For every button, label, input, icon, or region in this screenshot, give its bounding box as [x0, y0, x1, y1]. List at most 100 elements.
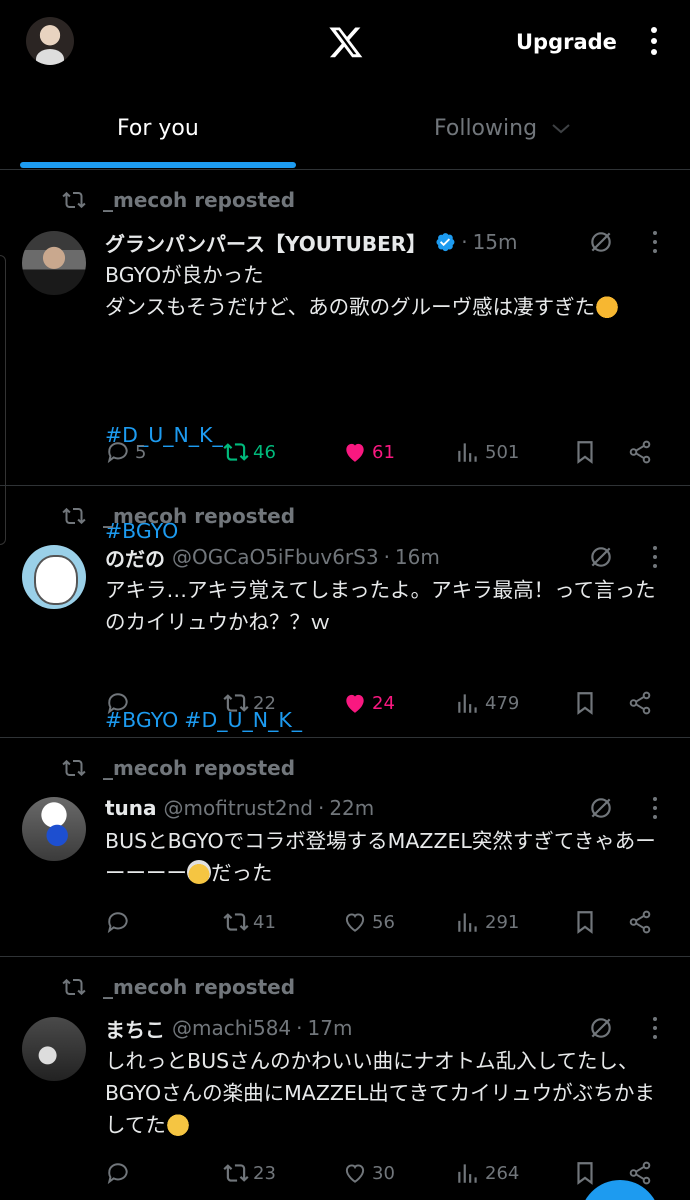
- user-handle[interactable]: @mofitrust2nd: [164, 796, 313, 820]
- grok-icon[interactable]: [588, 229, 614, 255]
- more-options-icon[interactable]: [652, 231, 658, 253]
- reply-icon: [107, 912, 128, 934]
- repost-label: _mecoh reposted: [103, 188, 296, 212]
- avatar[interactable]: [22, 545, 86, 609]
- like-button[interactable]: 30: [342, 1158, 395, 1188]
- tweet-header: グランパンパース【YOUTUBER】 · 15m: [105, 227, 670, 257]
- heart-icon: [345, 1164, 365, 1183]
- reply-count: 5: [135, 441, 147, 463]
- bookmark-button[interactable]: [572, 907, 598, 937]
- thumbs-up-emoji: [595, 294, 620, 318]
- tweet[interactable]: _mecoh reposted のだの @OGCaO5iFbuv6rS3 · 1…: [0, 487, 690, 738]
- grok-icon[interactable]: [588, 795, 614, 821]
- user-handle[interactable]: @OGCaO5iFbuv6rS3: [172, 545, 379, 569]
- views-button[interactable]: 479: [455, 688, 519, 718]
- repost-count: 23: [253, 1162, 276, 1184]
- profile-avatar[interactable]: [26, 17, 74, 65]
- more-options-icon[interactable]: [644, 24, 664, 60]
- bookmark-button[interactable]: [572, 437, 598, 467]
- views-count: 264: [485, 1162, 520, 1184]
- tab-for-you[interactable]: For you: [0, 84, 345, 170]
- analytics-icon: [458, 443, 477, 462]
- repost-icon: [62, 191, 86, 209]
- separator-dot: ·: [296, 1016, 303, 1040]
- avatar[interactable]: [22, 797, 86, 861]
- tweet[interactable]: _mecoh reposted tuna @mofitrust2nd · 22m…: [0, 739, 690, 957]
- views-button[interactable]: 501: [455, 437, 519, 467]
- like-count: 61: [372, 441, 395, 463]
- views-count: 501: [485, 441, 520, 463]
- more-options-icon[interactable]: [652, 546, 658, 568]
- tweet[interactable]: _mecoh reposted まちこ @machi584 · 17m しれっと…: [0, 958, 690, 1200]
- grok-icon[interactable]: [588, 544, 614, 570]
- share-icon: [629, 910, 651, 934]
- more-options-icon[interactable]: [652, 797, 658, 819]
- tweet-actions: 5 46 61 501: [105, 437, 675, 467]
- display-name[interactable]: のだの: [105, 543, 165, 572]
- views-count: 479: [485, 692, 520, 714]
- tab-label: Following: [434, 116, 538, 141]
- views-button[interactable]: 291: [455, 907, 519, 937]
- like-count: 56: [372, 911, 395, 933]
- heart-filled-icon: [346, 443, 364, 462]
- tab-following[interactable]: Following: [345, 84, 690, 170]
- timestamp[interactable]: 16m: [395, 545, 440, 569]
- timestamp[interactable]: 15m: [473, 230, 518, 254]
- avatar[interactable]: [22, 1017, 86, 1081]
- tweet[interactable]: _mecoh reposted グランパンパース【YOUTUBER】 · 15m…: [0, 171, 690, 543]
- tweet-text-content: BGYOが良かった ダンスもそうだけど、あの歌のグルーヴ感は凄すぎた: [105, 263, 596, 319]
- more-options-icon[interactable]: [652, 1017, 658, 1039]
- like-button[interactable]: 61: [342, 437, 395, 467]
- repost-icon: [62, 507, 86, 525]
- repost-count: 46: [253, 441, 276, 463]
- upgrade-button[interactable]: Upgrade: [516, 30, 617, 54]
- display-name[interactable]: グランパンパース【YOUTUBER】: [105, 228, 426, 257]
- timestamp[interactable]: 17m: [308, 1016, 353, 1040]
- chevron-down-icon[interactable]: [552, 124, 570, 134]
- share-button[interactable]: [627, 907, 653, 937]
- share-button[interactable]: [627, 437, 653, 467]
- shocked-face-emoji: [187, 860, 211, 884]
- tweet-actions: 22 24 479: [105, 688, 675, 718]
- active-tab-indicator: [20, 162, 296, 168]
- views-button[interactable]: 264: [455, 1158, 519, 1188]
- repost-button[interactable]: 22: [223, 688, 276, 718]
- repost-icon: [223, 694, 249, 712]
- reply-button[interactable]: [105, 907, 135, 937]
- tweet-text: しれっとBUSさんのかわいい曲にナオトム乱入してたし、BGYOさんの楽曲にMAZ…: [105, 1045, 670, 1141]
- like-button[interactable]: 24: [342, 688, 395, 718]
- repost-icon: [62, 759, 86, 777]
- avatar[interactable]: [22, 231, 86, 295]
- reply-button[interactable]: [105, 688, 135, 718]
- like-button[interactable]: 56: [342, 907, 395, 937]
- display-name[interactable]: まちこ: [105, 1014, 165, 1043]
- like-count: 24: [372, 692, 395, 714]
- timestamp[interactable]: 22m: [329, 796, 374, 820]
- repost-label: _mecoh reposted: [103, 504, 296, 528]
- bookmark-icon: [577, 441, 593, 464]
- repost-button[interactable]: 41: [223, 907, 276, 937]
- analytics-icon: [458, 1164, 477, 1183]
- bookmark-button[interactable]: [572, 1158, 598, 1188]
- repost-button[interactable]: 46: [223, 437, 276, 467]
- user-handle[interactable]: @machi584: [172, 1016, 291, 1040]
- tweet-text: アキラ…アキラ覚えてしまったよ。アキラ最高！って言ったのカイリュウかね？？ｗ: [105, 578, 656, 634]
- reply-icon: [107, 1163, 128, 1185]
- bookmark-button[interactable]: [572, 688, 598, 718]
- bookmark-icon: [577, 911, 593, 934]
- tweet-header: のだの @OGCaO5iFbuv6rS3 · 16m: [105, 542, 670, 572]
- separator-dot: ·: [383, 545, 390, 569]
- repost-icon: [223, 443, 249, 461]
- separator-dot: ·: [317, 796, 325, 820]
- repost-button[interactable]: 23: [223, 1158, 276, 1188]
- share-button[interactable]: [627, 688, 653, 718]
- grok-icon[interactable]: [588, 1015, 614, 1041]
- x-logo-icon[interactable]: [328, 24, 364, 60]
- tweet-header: まちこ @machi584 · 17m: [105, 1013, 670, 1043]
- display-name[interactable]: tuna: [105, 796, 157, 820]
- analytics-icon: [458, 694, 477, 713]
- tweet-body: まちこ @machi584 · 17m しれっとBUSさんのかわいい曲にナオトム…: [105, 1013, 670, 1141]
- reply-button[interactable]: 5: [105, 437, 146, 467]
- reply-button[interactable]: [105, 1158, 135, 1188]
- repost-label: _mecoh reposted: [103, 975, 296, 999]
